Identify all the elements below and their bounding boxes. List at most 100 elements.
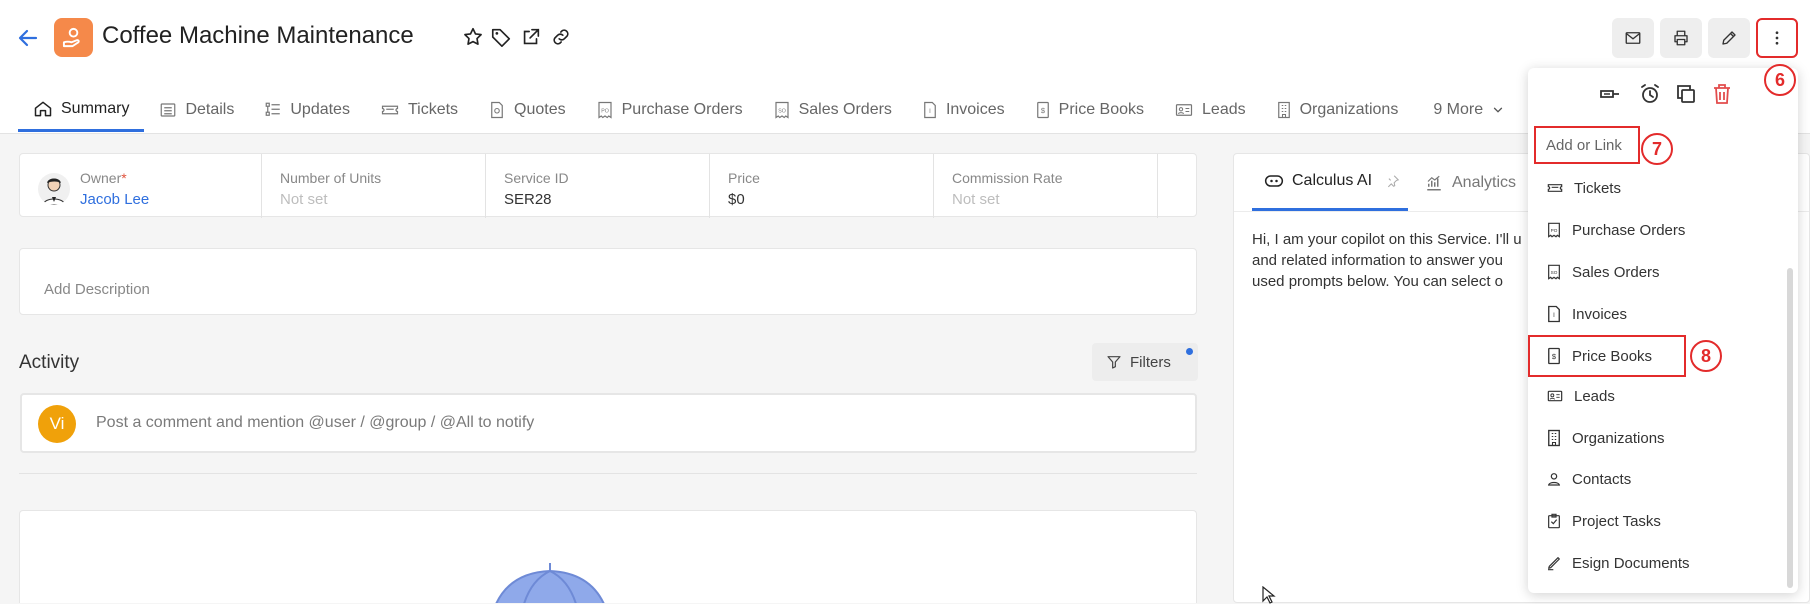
required-marker: * bbox=[121, 170, 127, 186]
external-link-icon[interactable] bbox=[520, 26, 542, 48]
back-arrow-icon[interactable] bbox=[16, 26, 40, 50]
menu-item-label: Purchase Orders bbox=[1572, 221, 1686, 239]
tab-tickets[interactable]: Tickets bbox=[365, 88, 473, 132]
mail-icon bbox=[1625, 32, 1641, 44]
ticket-icon bbox=[1547, 184, 1563, 192]
email-button[interactable] bbox=[1612, 18, 1654, 58]
print-icon bbox=[1674, 30, 1688, 46]
ticket-add-icon[interactable] bbox=[1598, 82, 1622, 106]
star-icon[interactable] bbox=[462, 26, 484, 48]
tab-label: Price Books bbox=[1058, 101, 1145, 118]
svg-text:PO: PO bbox=[601, 108, 609, 114]
more-actions-button[interactable] bbox=[1756, 18, 1798, 58]
menu-item-tickets[interactable]: Tickets bbox=[1528, 170, 1798, 206]
field-value: Not set bbox=[280, 191, 328, 208]
purchase-order-icon: PO bbox=[1548, 222, 1560, 238]
esign-icon bbox=[1548, 557, 1560, 571]
more-vertical-icon bbox=[1775, 31, 1779, 45]
invoice-icon: I bbox=[1548, 305, 1560, 323]
tab-label: Quotes bbox=[514, 101, 566, 118]
menu-item-esign-documents[interactable]: Esign Documents bbox=[1528, 545, 1798, 581]
project-task-icon bbox=[1548, 513, 1560, 529]
owner-link[interactable]: Jacob Lee bbox=[80, 191, 243, 208]
add-or-link-header: Add or Link bbox=[1534, 126, 1640, 164]
tab-updates[interactable]: Updates bbox=[249, 88, 365, 132]
description-box[interactable]: Add Description bbox=[19, 248, 1197, 315]
comment-input[interactable]: Vi Post a comment and mention @user / @g… bbox=[20, 393, 1197, 453]
tab-quotes[interactable]: Quotes bbox=[473, 88, 581, 132]
edit-icon bbox=[1722, 31, 1736, 45]
menu-item-label: Invoices bbox=[1572, 305, 1628, 323]
chevron-down-icon bbox=[1493, 107, 1503, 113]
menu-item-leads[interactable]: Leads bbox=[1528, 378, 1798, 414]
tab-sales-orders[interactable]: SO Sales Orders bbox=[758, 88, 907, 132]
sales-order-icon: SO bbox=[1548, 264, 1560, 280]
sales-order-icon: SO bbox=[774, 101, 789, 119]
tab-price-books[interactable]: $ Price Books bbox=[1020, 88, 1159, 132]
menu-item-invoices[interactable]: I Invoices bbox=[1528, 296, 1798, 332]
field-label: Owner bbox=[80, 170, 122, 186]
link-icon[interactable] bbox=[550, 26, 572, 48]
step-badge-8: 8 bbox=[1690, 340, 1722, 372]
field-owner: Owner* Jacob Lee bbox=[62, 154, 262, 218]
activity-title: Activity bbox=[19, 352, 80, 373]
organization-icon bbox=[1548, 429, 1560, 447]
menu-item-contacts[interactable]: Contacts bbox=[1528, 461, 1798, 497]
key-fields-card: Owner* Jacob Lee Number of Units Not set… bbox=[19, 153, 1197, 218]
menu-scrollbar[interactable] bbox=[1787, 268, 1793, 588]
menu-item-sales-orders[interactable]: SO Sales Orders bbox=[1528, 254, 1798, 290]
menu-item-label: Leads bbox=[1574, 387, 1615, 405]
umbrella-illustration-icon bbox=[495, 563, 605, 603]
menu-item-price-books[interactable]: $ Price Books bbox=[1528, 335, 1686, 377]
field-service-id[interactable]: Service ID SER28 bbox=[486, 154, 710, 218]
tab-label: Updates bbox=[290, 101, 350, 118]
home-icon bbox=[34, 101, 52, 116]
edit-button[interactable] bbox=[1708, 18, 1750, 58]
pin-icon bbox=[1388, 175, 1400, 188]
svg-text:I: I bbox=[1553, 313, 1555, 319]
tab-purchase-orders[interactable]: PO Purchase Orders bbox=[581, 88, 758, 132]
tab-summary[interactable]: Summary bbox=[18, 88, 145, 132]
tab-label: Details bbox=[185, 101, 235, 118]
field-commission-rate[interactable]: Commission Rate Not set bbox=[934, 154, 1158, 218]
svg-text:I: I bbox=[929, 109, 931, 115]
print-button[interactable] bbox=[1660, 18, 1702, 58]
user-avatar: Vi bbox=[38, 405, 76, 443]
price-book-icon: $ bbox=[1036, 101, 1049, 119]
invoice-icon: I bbox=[924, 101, 936, 119]
tab-label: Sales Orders bbox=[798, 101, 892, 118]
menu-item-organizations[interactable]: Organizations bbox=[1528, 420, 1798, 456]
svg-text:SO: SO bbox=[778, 108, 786, 114]
field-label: Service ID bbox=[504, 170, 569, 186]
tab-organizations[interactable]: Organizations bbox=[1261, 88, 1414, 132]
menu-item-purchase-orders[interactable]: PO Purchase Orders bbox=[1528, 212, 1798, 248]
copy-icon[interactable] bbox=[1674, 82, 1698, 106]
menu-item-project-tasks[interactable]: Project Tasks bbox=[1528, 503, 1798, 539]
menu-item-label: Project Tasks bbox=[1572, 512, 1661, 530]
field-label: Number of Units bbox=[280, 170, 382, 186]
menu-item-label: Organizations bbox=[1572, 429, 1665, 447]
svg-text:$: $ bbox=[1552, 352, 1557, 361]
activity-empty-state bbox=[19, 510, 1197, 603]
field-price[interactable]: Price $0 bbox=[710, 154, 934, 218]
tab-analytics[interactable]: Analytics bbox=[1424, 154, 1516, 211]
menu-quick-actions bbox=[1528, 82, 1798, 112]
delete-icon[interactable] bbox=[1710, 82, 1734, 106]
purchase-order-icon: PO bbox=[598, 101, 612, 119]
filters-button[interactable]: Filters bbox=[1092, 343, 1198, 381]
alarm-icon[interactable] bbox=[1638, 82, 1662, 106]
tab-calculus-ai[interactable]: Calculus AI bbox=[1252, 154, 1408, 211]
filters-label: Filters bbox=[1130, 353, 1171, 371]
quote-icon bbox=[491, 101, 503, 119]
svg-text:PO: PO bbox=[1551, 228, 1558, 233]
tab-leads[interactable]: Leads bbox=[1159, 88, 1261, 132]
activity-divider bbox=[19, 473, 1197, 474]
tab-details[interactable]: Details bbox=[144, 88, 249, 132]
tab-label: Summary bbox=[61, 99, 130, 117]
tab-invoices[interactable]: I Invoices bbox=[907, 88, 1020, 132]
tag-icon[interactable] bbox=[490, 26, 512, 48]
tab-label: Organizations bbox=[1299, 101, 1399, 118]
description-placeholder: Add Description bbox=[44, 281, 150, 298]
list-icon bbox=[161, 103, 176, 117]
field-number-of-units[interactable]: Number of Units Not set bbox=[262, 154, 486, 218]
